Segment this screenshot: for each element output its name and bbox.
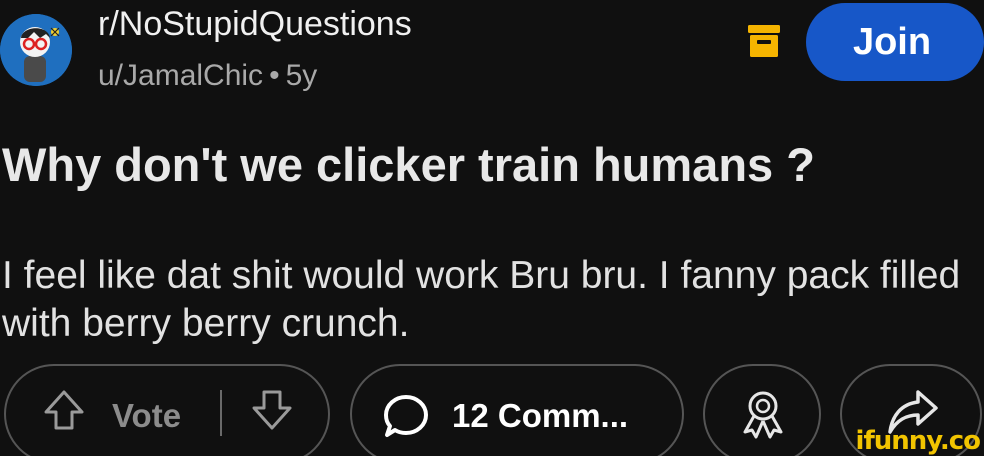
vote-control: Vote [4, 364, 330, 456]
comment-icon [382, 392, 430, 440]
meta-separator: • [269, 59, 280, 92]
avatar[interactable] [0, 14, 72, 86]
vote-label: Vote [112, 397, 182, 434]
watermark-logo: ifunny.co [855, 426, 981, 456]
post-body: I feel like dat shit would work Bru bru.… [2, 254, 961, 345]
comments-button[interactable]: 12 Comm... [350, 364, 684, 456]
author-name[interactable]: u/JamalChic [98, 59, 263, 92]
award-button[interactable] [703, 364, 821, 456]
join-button[interactable]: Join [806, 3, 984, 81]
comments-label: 12 Comm... [452, 397, 629, 434]
subreddit-name[interactable]: r/NoStupidQuestions [98, 2, 412, 46]
award-icon [737, 388, 789, 440]
downvote-icon[interactable] [250, 388, 294, 432]
upvote-icon[interactable] [42, 388, 86, 432]
post-age: 5y [285, 59, 318, 92]
post-meta: u/JamalChic • 5y [98, 56, 317, 96]
vote-divider [220, 390, 222, 436]
post-title[interactable]: Why don't we clicker train humans ? [2, 136, 815, 194]
archive-icon [747, 23, 781, 59]
